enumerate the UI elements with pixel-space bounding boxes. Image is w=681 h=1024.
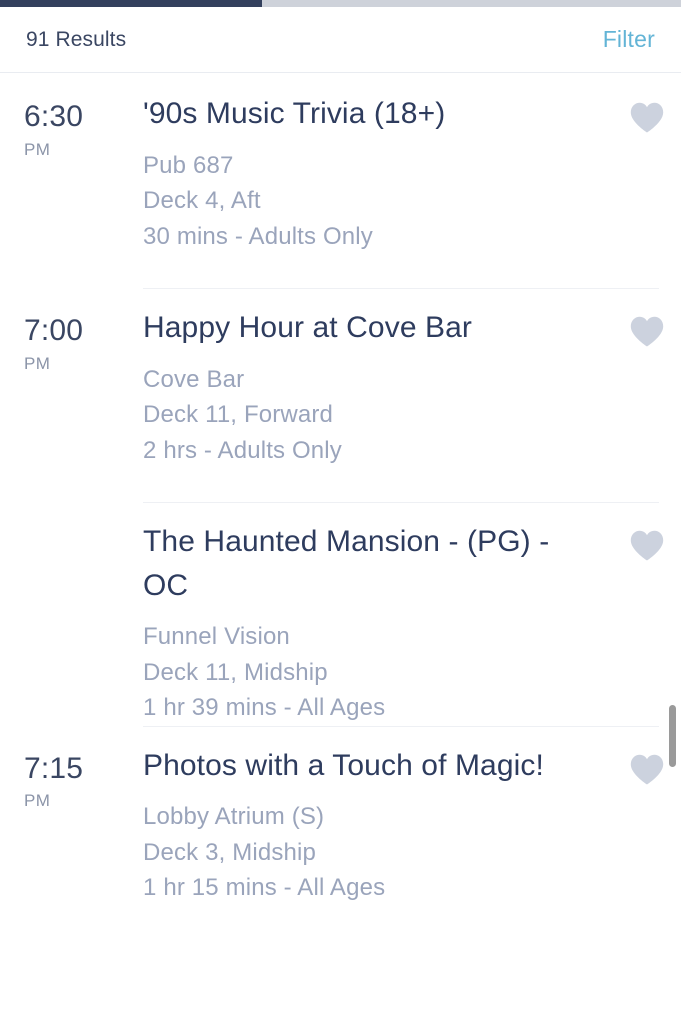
event-meta: Lobby Atrium (S) Deck 3, Midship 1 hr 15 m… bbox=[143, 799, 597, 906]
event-meta: Cove Bar Deck 11, Forward 2 hrs - Adults O… bbox=[143, 362, 597, 469]
event-time-column: 6:30 PM bbox=[0, 92, 143, 160]
event-time-period: PM bbox=[24, 139, 51, 159]
event-list[interactable]: 6:30 PM '90s Music Trivia (18+) Pub 687 Deck… bbox=[0, 74, 681, 1024]
filter-button[interactable]: Filter bbox=[603, 26, 655, 53]
event-duration-rating: 1 hr 39 mins - All Ages bbox=[143, 694, 386, 722]
event-title: '90s Music Trivia (18+) bbox=[143, 97, 446, 130]
event-duration-rating: 2 hrs - Adults Only bbox=[143, 436, 342, 464]
event-time-column bbox=[0, 520, 143, 536]
scrollbar-thumb[interactable] bbox=[669, 705, 676, 767]
event-meta: Pub 687 Deck 4, Aft 30 mins - Adults Only bbox=[143, 148, 597, 255]
event-start-time: 7:00 bbox=[24, 314, 84, 347]
page-progress-bar bbox=[0, 0, 681, 7]
event-row[interactable]: 7:15 PM Photos with a Touch of Magic! Lobby… bbox=[0, 725, 681, 940]
event-location: Deck 3, Midship bbox=[143, 838, 316, 866]
event-row[interactable]: The Haunted Mansion - (PG) - OC Funnel Vi… bbox=[0, 502, 681, 726]
event-location: Deck 11, Forward bbox=[143, 401, 334, 429]
event-time-column: 7:15 PM bbox=[0, 744, 143, 812]
page-progress-bar-fill bbox=[0, 0, 263, 7]
event-row[interactable]: 6:30 PM '90s Music Trivia (18+) Pub 687 Deck… bbox=[0, 74, 681, 288]
event-time-period: PM bbox=[24, 353, 51, 373]
event-venue: Cove Bar bbox=[143, 365, 245, 393]
event-details: '90s Music Trivia (18+) Pub 687 Deck 4, Af… bbox=[143, 92, 613, 254]
event-time-column: 7:00 PM bbox=[0, 306, 143, 374]
event-duration-rating: 1 hr 15 mins - All Ages bbox=[143, 874, 386, 902]
event-location: Deck 11, Midship bbox=[143, 658, 328, 686]
event-details: Happy Hour at Cove Bar Cove Bar Deck 11, F… bbox=[143, 306, 613, 468]
event-title: Happy Hour at Cove Bar bbox=[143, 311, 473, 344]
event-venue: Lobby Atrium (S) bbox=[143, 803, 325, 831]
results-header: 91 Results Filter bbox=[0, 7, 681, 73]
event-venue: Funnel Vision bbox=[143, 623, 290, 650]
event-location: Deck 4, Aft bbox=[143, 187, 261, 215]
event-meta: Funnel Vision Deck 11, Midship 1 hr 39 min… bbox=[143, 619, 597, 726]
event-title: The Haunted Mansion - (PG) - OC bbox=[143, 525, 550, 602]
results-count-label: 91 Results bbox=[26, 27, 127, 51]
event-details: Photos with a Touch of Magic! Lobby Atriu… bbox=[143, 744, 613, 906]
event-start-time: 6:30 bbox=[24, 100, 84, 133]
scrollbar-track[interactable] bbox=[669, 74, 676, 1024]
event-details: The Haunted Mansion - (PG) - OC Funnel Vi… bbox=[143, 520, 613, 726]
event-venue: Pub 687 bbox=[143, 151, 234, 179]
schedule-results-screen: 91 Results Filter 6:30 PM '90s Music Trivi… bbox=[0, 0, 681, 1024]
event-start-time: 7:15 bbox=[24, 751, 84, 785]
event-time-period: PM bbox=[24, 791, 51, 811]
event-duration-rating: 30 mins - Adults Only bbox=[143, 222, 373, 250]
event-title: Photos with a Touch of Magic! bbox=[143, 748, 544, 782]
event-row[interactable]: 7:00 PM Happy Hour at Cove Bar Cove Bar Deck… bbox=[0, 288, 681, 502]
